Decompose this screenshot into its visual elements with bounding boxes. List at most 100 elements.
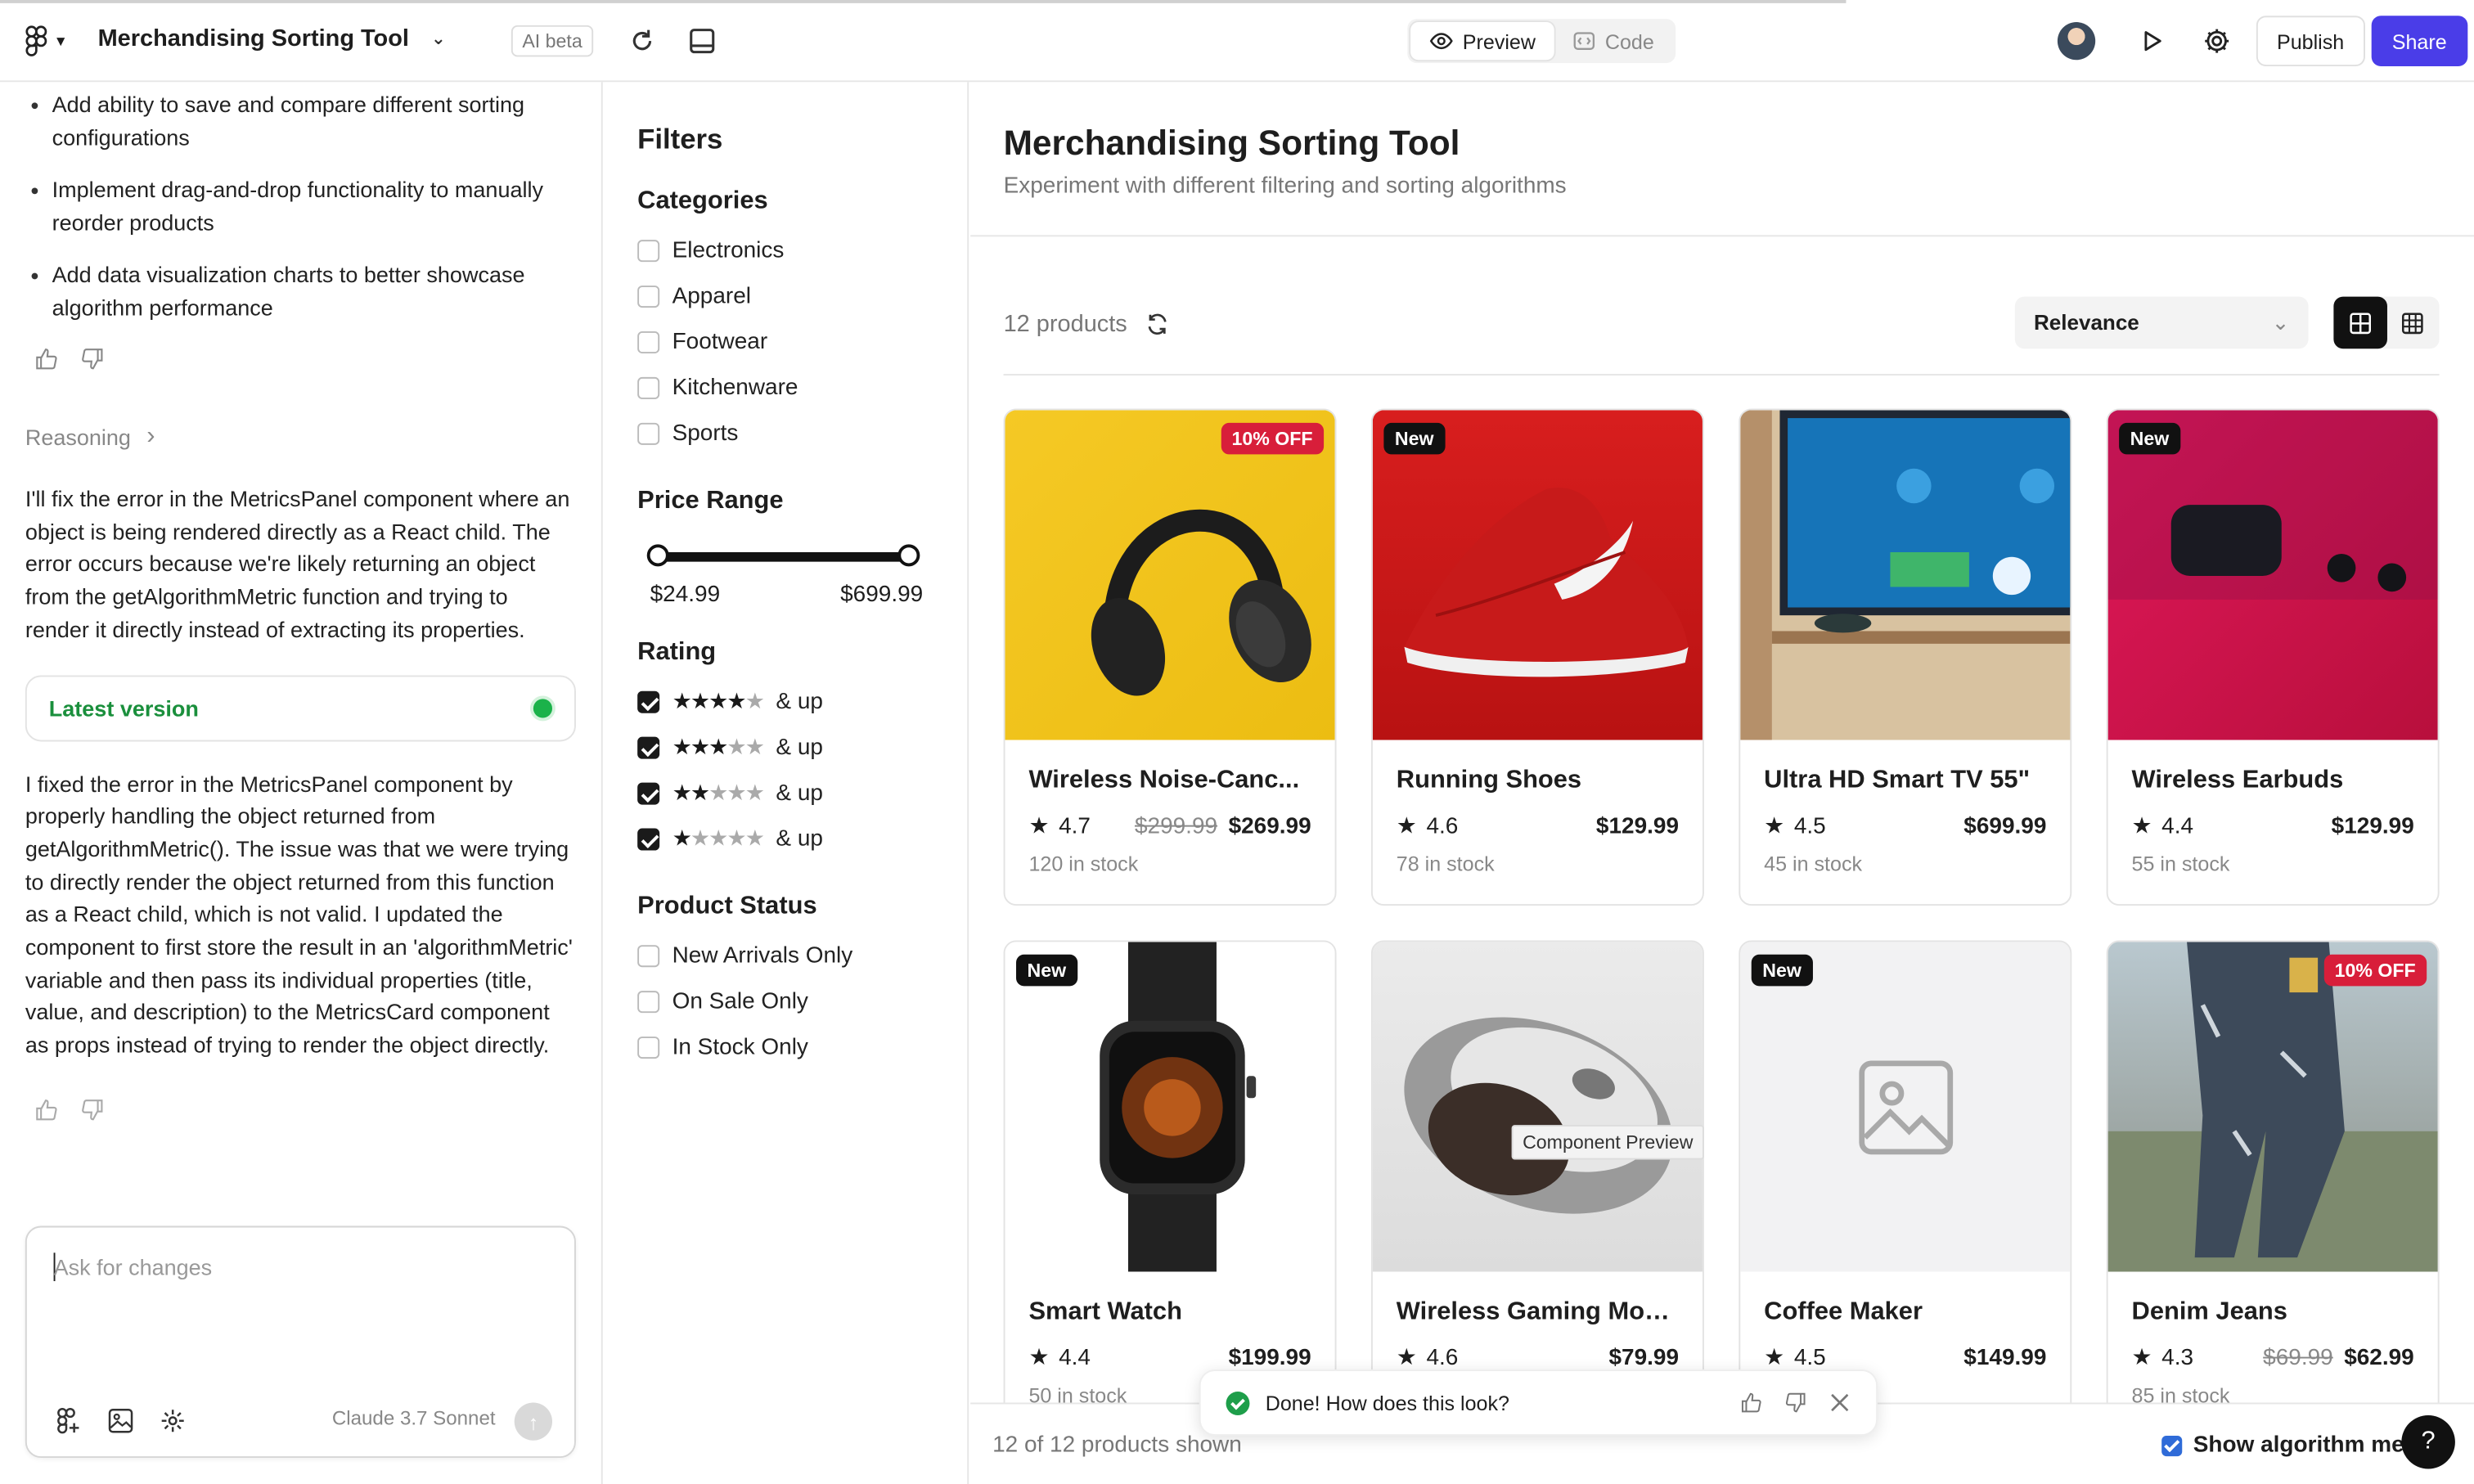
tab-preview[interactable]: Preview (1410, 22, 1555, 61)
checkbox[interactable] (637, 990, 660, 1013)
category-footwear[interactable]: Footwear (637, 319, 934, 365)
rating-2-up[interactable]: ★★★★★ & up (637, 770, 934, 816)
dense-grid-view-button[interactable] (2386, 297, 2440, 349)
category-apparel[interactable]: Apparel (637, 273, 934, 319)
headphones-image (1091, 509, 1311, 696)
checkbox[interactable] (637, 1036, 660, 1059)
avatar[interactable] (2057, 22, 2096, 61)
share-button[interactable]: Share (2371, 16, 2467, 67)
refresh-icon[interactable] (1146, 313, 1170, 336)
status-on-sale[interactable]: On Sale Only (637, 978, 934, 1024)
publish-button[interactable]: Publish (2256, 16, 2365, 67)
feedback-row (0, 347, 601, 371)
original-price: $69.99 (2263, 1346, 2333, 1371)
sparkle-icon[interactable] (160, 1407, 187, 1434)
help-button[interactable]: ? (2401, 1414, 2455, 1469)
product-name: Denim Jeans (2131, 1298, 2287, 1326)
checkbox[interactable] (637, 735, 660, 758)
category-sports[interactable]: Sports (637, 410, 934, 456)
sort-select[interactable]: Relevance ⌄ (2014, 296, 2309, 349)
star-icon: ★ (1764, 814, 1785, 840)
settings-button[interactable] (2198, 22, 2236, 60)
page-title: Merchandising Sorting Tool (1003, 123, 1460, 163)
product-grid: 10% OFF Wireless Noise-Canc... ★ 4.7 $299… (1003, 408, 2440, 1437)
product-card[interactable]: New Coffee Maker ★ 4.5 $149.99 (1739, 940, 2072, 1437)
slider-max-handle[interactable] (897, 544, 920, 567)
component-preview-tooltip: Component Preview (1511, 1125, 1705, 1160)
thumbs-down-icon[interactable] (80, 347, 104, 371)
chevron-down-icon: ▼ (53, 33, 68, 49)
file-title-menu[interactable]: Merchandising Sorting Tool ⌄ (98, 25, 446, 52)
tab-code-label: Code (1604, 29, 1654, 53)
product-card[interactable]: New Wireless Earbuds ★ 4.4 $129.99 55 in … (2106, 408, 2440, 906)
model-selector[interactable]: Claude 3.7 Sonnet (332, 1407, 496, 1429)
send-button[interactable]: ↑ (514, 1402, 553, 1441)
sale-price: $129.99 (2331, 814, 2414, 840)
checkbox[interactable] (2161, 1435, 2183, 1456)
product-price: $299.99 $269.99 (1135, 814, 1311, 839)
thumbs-down-icon[interactable] (1784, 1392, 1806, 1414)
product-price: $199.99 (1229, 1346, 1311, 1371)
price-range-slider[interactable] (646, 538, 920, 573)
checkbox[interactable] (637, 690, 660, 713)
product-card[interactable]: New Smart Watch ★ 4.4 $199.99 50 in stock (1003, 940, 1337, 1437)
rating-1-up[interactable]: ★★★★★ & up (637, 816, 934, 861)
status-new-arrivals[interactable]: New Arrivals Only (637, 933, 934, 978)
play-button[interactable] (2133, 22, 2170, 60)
slider-min-handle[interactable] (646, 544, 669, 567)
price-min: $24.99 (650, 582, 721, 608)
image-upload-icon[interactable] (107, 1407, 134, 1434)
checkbox[interactable] (637, 421, 660, 444)
star-icon: ★ (1028, 814, 1050, 840)
toast-actions (1740, 1392, 1851, 1414)
rating-value: 4.7 (1059, 814, 1091, 840)
tab-code[interactable]: Code (1554, 22, 1673, 60)
rating-4-up[interactable]: ★★★★★ & up (637, 678, 934, 724)
checkbox[interactable] (637, 331, 660, 353)
category-electronics[interactable]: Electronics (637, 227, 934, 273)
checkbox[interactable] (637, 781, 660, 804)
checkbox[interactable] (637, 827, 660, 850)
layout-icon (690, 29, 715, 54)
product-price: $69.99 $62.99 (2263, 1346, 2414, 1371)
grid-view-button[interactable] (2333, 296, 2387, 349)
product-card[interactable]: 10% OFF Wireless Noise-Canc... ★ 4.7 $299… (1003, 408, 1337, 906)
product-card[interactable]: New Running Shoes ★ 4.6 $129.99 78 in sto… (1370, 408, 1704, 906)
star-rating-icon: ★★★★★ (672, 779, 765, 805)
reasoning-toggle[interactable]: Reasoning › (25, 423, 576, 452)
chat-input-box[interactable]: Ask for changes Claude 3.7 Sonnet ↑ (25, 1225, 576, 1459)
rating-value: 4.5 (1793, 1346, 1826, 1371)
results-toolbar: 12 products Relevance ⌄ (1003, 296, 2440, 376)
latest-version-card[interactable]: Latest version (25, 674, 576, 741)
figma-logo-icon (25, 25, 47, 56)
figma-menu-button[interactable]: ▼ (25, 24, 73, 58)
category-kitchenware[interactable]: Kitchenware (637, 365, 934, 411)
chat-input[interactable]: Ask for changes (54, 1254, 213, 1279)
status-in-stock[interactable]: In Stock Only (637, 1024, 934, 1070)
thumbs-up-icon[interactable] (1740, 1392, 1762, 1414)
product-card[interactable]: Wireless Gaming Mou... ★ 4.6 $79.99 (1370, 940, 1704, 1437)
thumbs-up-icon[interactable] (34, 1098, 58, 1122)
show-algorithm-toggle[interactable]: Show algorithm me (2161, 1432, 2404, 1458)
preview-panel: Merchandising Sorting Tool Experiment wi… (970, 82, 2474, 1484)
product-image: New (1372, 410, 1703, 740)
page-header: Merchandising Sorting Tool Experiment wi… (970, 82, 2474, 237)
checkbox[interactable] (637, 375, 660, 398)
product-image: New (2107, 410, 2438, 740)
figma-add-icon[interactable] (56, 1407, 83, 1434)
toggle-sidebar-button[interactable] (683, 22, 721, 60)
checkbox[interactable] (637, 285, 660, 308)
close-icon[interactable] (1829, 1392, 1851, 1414)
product-rating: ★ 4.4 (1028, 1346, 1091, 1371)
rating-suffix: & up (776, 734, 823, 760)
thumbs-down-icon[interactable] (80, 1098, 104, 1122)
refresh-button[interactable] (623, 22, 661, 60)
checkbox[interactable] (637, 944, 660, 967)
product-card[interactable]: Ultra HD Smart TV 55" ★ 4.5 $699.99 45 in… (1739, 408, 2072, 906)
checkbox[interactable] (637, 239, 660, 262)
sale-price: $149.99 (1963, 1346, 2047, 1371)
thumbs-up-icon[interactable] (34, 347, 58, 371)
rating-3-up[interactable]: ★★★★★ & up (637, 724, 934, 770)
show-algorithm-label: Show algorithm me (2193, 1432, 2404, 1459)
product-card[interactable]: 10% OFF Denim Jeans ★ 4.3 $69.99 $62.99 85… (2106, 940, 2440, 1437)
